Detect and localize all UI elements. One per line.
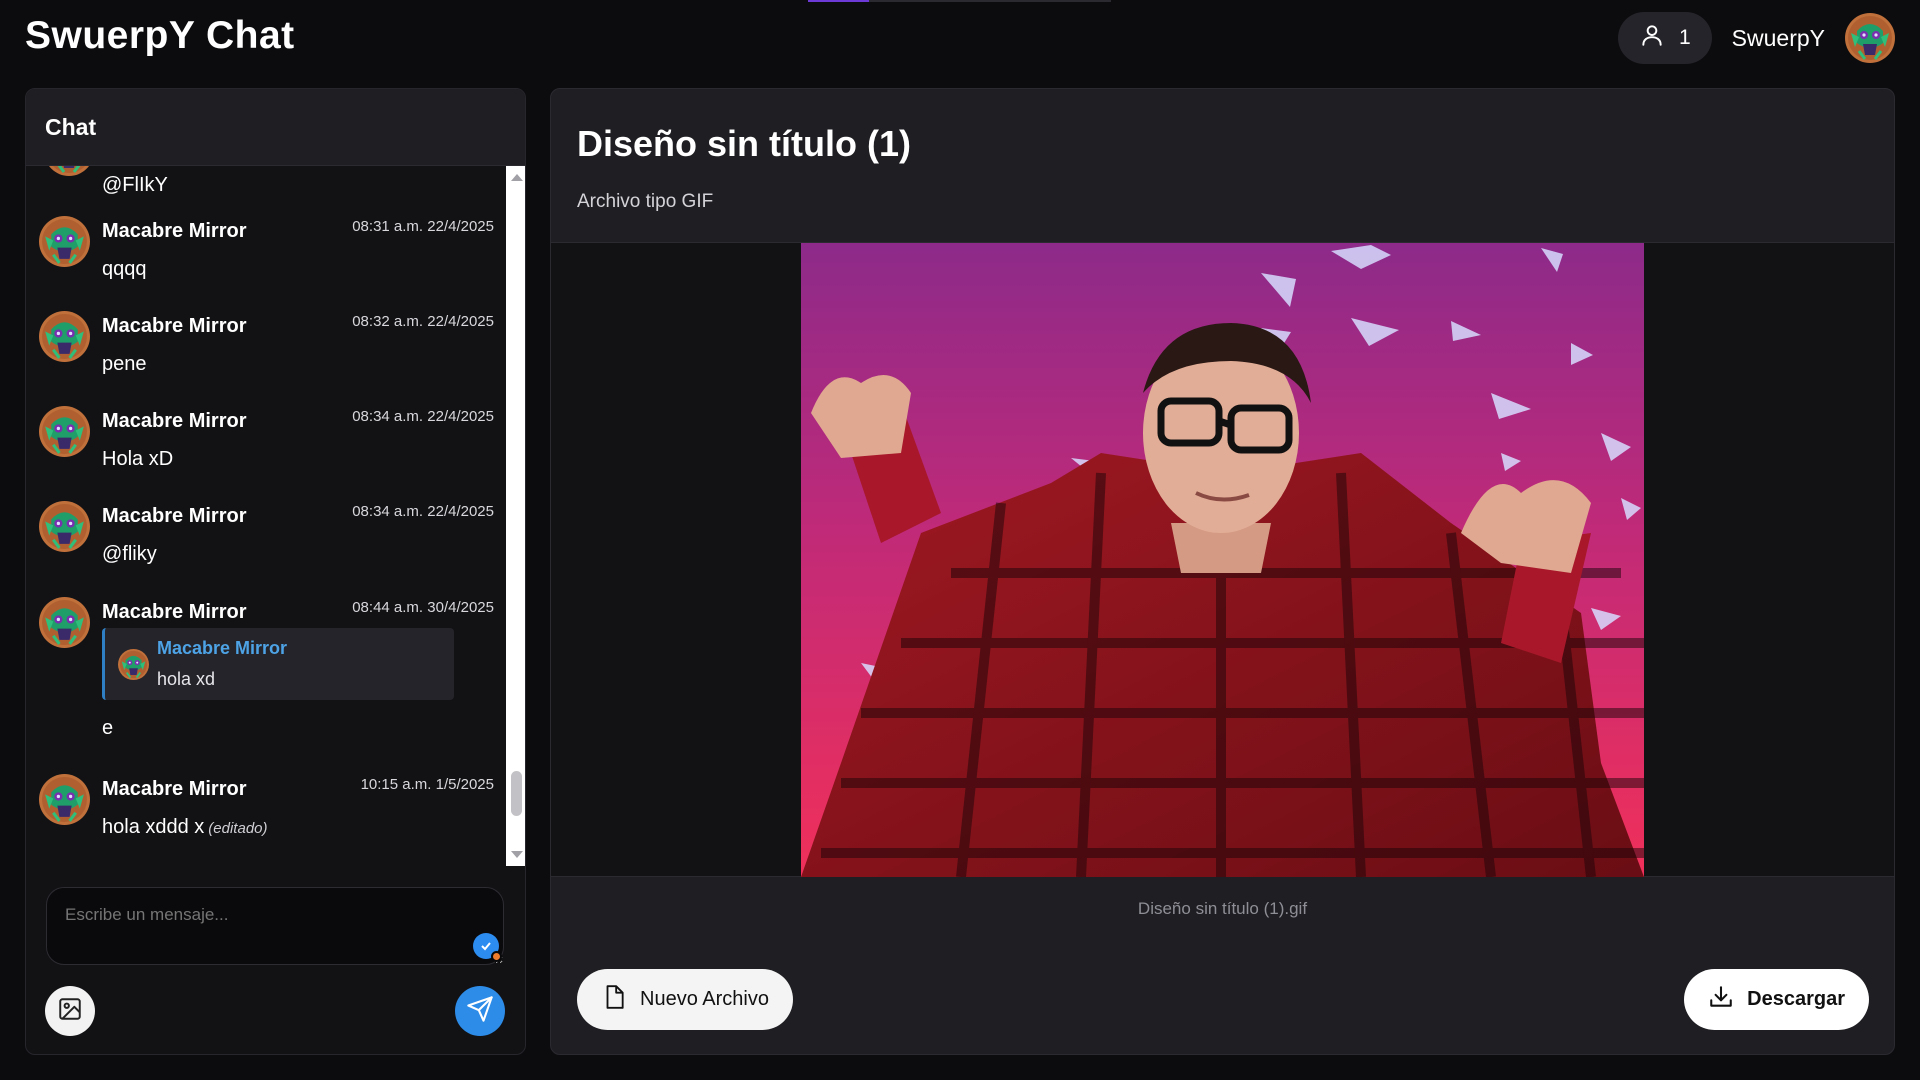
check-badge-icon[interactable] [473,933,502,962]
download-icon [1708,984,1734,1016]
message-avatar[interactable] [39,216,90,267]
attach-image-button[interactable] [45,986,95,1036]
chat-header: Chat [26,89,525,166]
reply-text: hola xd [157,669,216,689]
file-icon [601,984,627,1016]
message-item: Macabre Mirror 08:32 a.m. 22/4/2025 pene [26,303,506,393]
message-avatar[interactable] [39,774,90,825]
message-author[interactable]: Macabre Mirror [102,505,247,528]
message-list[interactable]: @FlIkY Macabre Mirror 08:31 a.m. 22/4/20… [26,166,506,866]
new-file-button[interactable]: Nuevo Archivo [577,969,793,1030]
message-avatar[interactable] [39,406,90,457]
file-preview-panel: Diseño sin título (1) Archivo tipo GIF D… [550,88,1895,1055]
message-text: qqqq [102,258,147,280]
message-text: Hola xD [102,448,174,470]
chat-panel: Chat @FlIkY Macabre Mirror 08:31 a.m. 22… [25,88,526,1055]
message-timestamp: 10:15 a.m. 1/5/2025 [360,776,494,793]
top-loading-bar [808,0,1111,2]
message-text: e [102,717,114,739]
message-text: pene [102,353,147,375]
message-item: Macabre Mirror 08:44 a.m. 30/4/2025 Maca… [26,589,506,759]
message-scrollbar[interactable] [506,166,525,866]
file-title: Diseño sin título (1) [577,123,912,164]
message-input[interactable] [46,887,504,965]
current-username[interactable]: SwuerpY [1732,25,1825,52]
message-timestamp: 08:31 a.m. 22/4/2025 [352,218,494,235]
send-button[interactable] [455,986,505,1036]
reply-author: Macabre Mirror [157,638,288,658]
message-item: Macabre Mirror 08:34 a.m. 22/4/2025 Hola… [26,398,506,488]
send-icon [466,995,494,1028]
online-users-button[interactable]: 1 [1617,12,1712,64]
user-icon [1639,22,1665,54]
scroll-up-icon[interactable] [511,174,523,181]
preview-area [551,242,1894,877]
message-timestamp: 08:32 a.m. 22/4/2025 [352,313,494,330]
header-user-area: 1 SwuerpY [1617,12,1895,64]
download-label: Descargar [1747,988,1845,1010]
message-text: @FlIkY [102,174,168,196]
file-type: Archivo tipo GIF [577,191,714,212]
message-partial: @FlIkY [26,166,506,196]
app-title: SwuerpY Chat [25,14,295,57]
scroll-down-icon[interactable] [511,851,523,858]
message-timestamp: 08:44 a.m. 30/4/2025 [352,599,494,616]
edited-label: (editado) [208,820,268,837]
message-avatar[interactable] [39,597,90,648]
message-timestamp: 08:34 a.m. 22/4/2025 [352,408,494,425]
message-author[interactable]: Macabre Mirror [102,220,247,243]
message-timestamp: 08:34 a.m. 22/4/2025 [352,503,494,520]
message-author[interactable]: Macabre Mirror [102,778,247,801]
download-button[interactable]: Descargar [1684,969,1869,1030]
reply-avatar [118,649,149,680]
file-name: Diseño sin título (1).gif [1137,899,1308,918]
scrollbar-thumb[interactable] [511,771,522,816]
gif-preview-image[interactable] [801,243,1644,877]
message-avatar [44,166,94,176]
message-body: hola xddd x (editado) [102,816,268,839]
message-author[interactable]: Macabre Mirror [102,410,247,433]
message-text: hola xddd x [102,816,205,838]
image-icon [57,996,83,1027]
new-file-label: Nuevo Archivo [640,988,769,1010]
message-item: Macabre Mirror 08:31 a.m. 22/4/2025 qqqq [26,208,506,298]
message-avatar[interactable] [39,311,90,362]
loading-bar-fill [808,0,869,2]
message-avatar[interactable] [39,501,90,552]
message-item: Macabre Mirror 10:15 a.m. 1/5/2025 hola … [26,766,506,856]
message-item: Macabre Mirror 08:34 a.m. 22/4/2025 @fli… [26,493,506,583]
message-author[interactable]: Macabre Mirror [102,315,247,338]
message-text: @fliky [102,543,157,565]
online-count: 1 [1678,26,1691,49]
message-author[interactable]: Macabre Mirror [102,601,247,624]
reply-quote[interactable]: Macabre Mirror hola xd [102,628,454,700]
user-avatar[interactable] [1845,13,1895,63]
